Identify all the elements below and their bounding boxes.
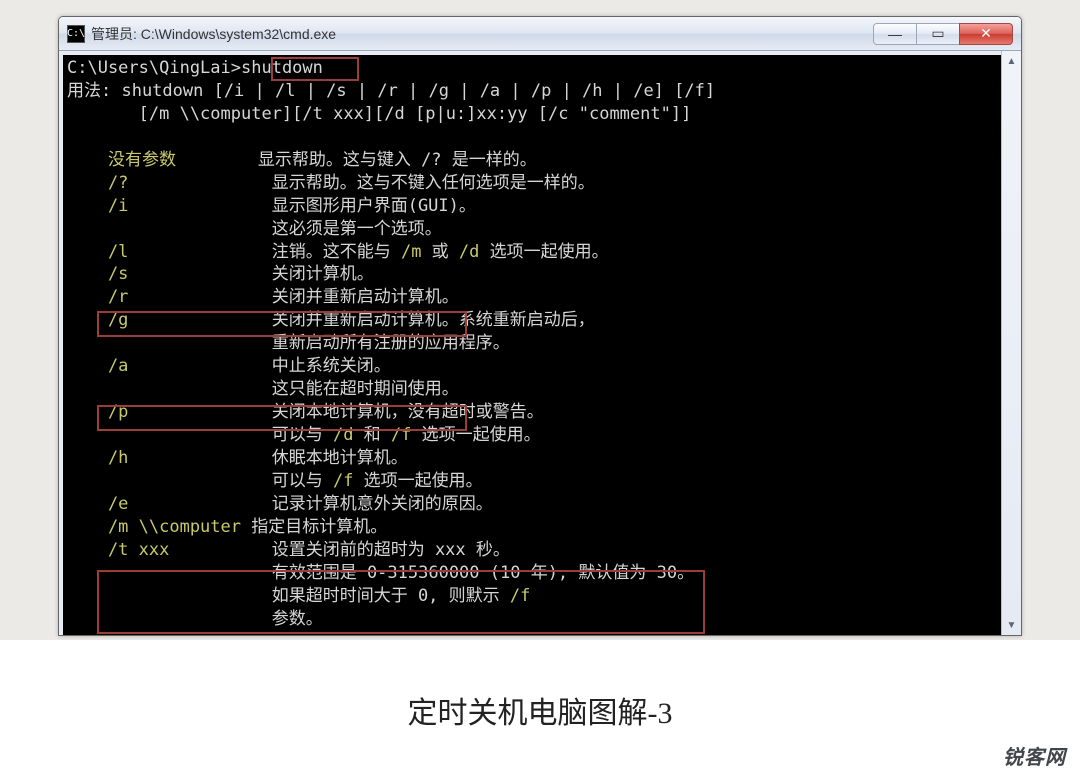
cmd-window: C:\ 管理员: C:\Windows\system32\cmd.exe — ▭… [58,16,1022,636]
cmd-icon: C:\ [67,25,85,43]
title-bar[interactable]: C:\ 管理员: C:\Windows\system32\cmd.exe — ▭… [59,17,1021,51]
maximize-button[interactable]: ▭ [916,23,960,45]
scroll-up-arrow-icon[interactable]: ▲ [1003,51,1021,71]
window-title: 管理员: C:\Windows\system32\cmd.exe [91,24,874,44]
console-output[interactable]: C:\Users\QingLai>shutdown 用法: shutdown [… [63,55,1001,635]
minimize-button[interactable]: — [873,23,917,45]
vertical-scrollbar[interactable]: ▲ ▼ [1001,51,1021,635]
close-button[interactable]: ✕ [959,23,1013,45]
scroll-down-arrow-icon[interactable]: ▼ [1003,615,1021,635]
figure-caption: 定时关机电脑图解-3 [408,688,673,732]
watermark: 锐客网 [1003,741,1066,770]
